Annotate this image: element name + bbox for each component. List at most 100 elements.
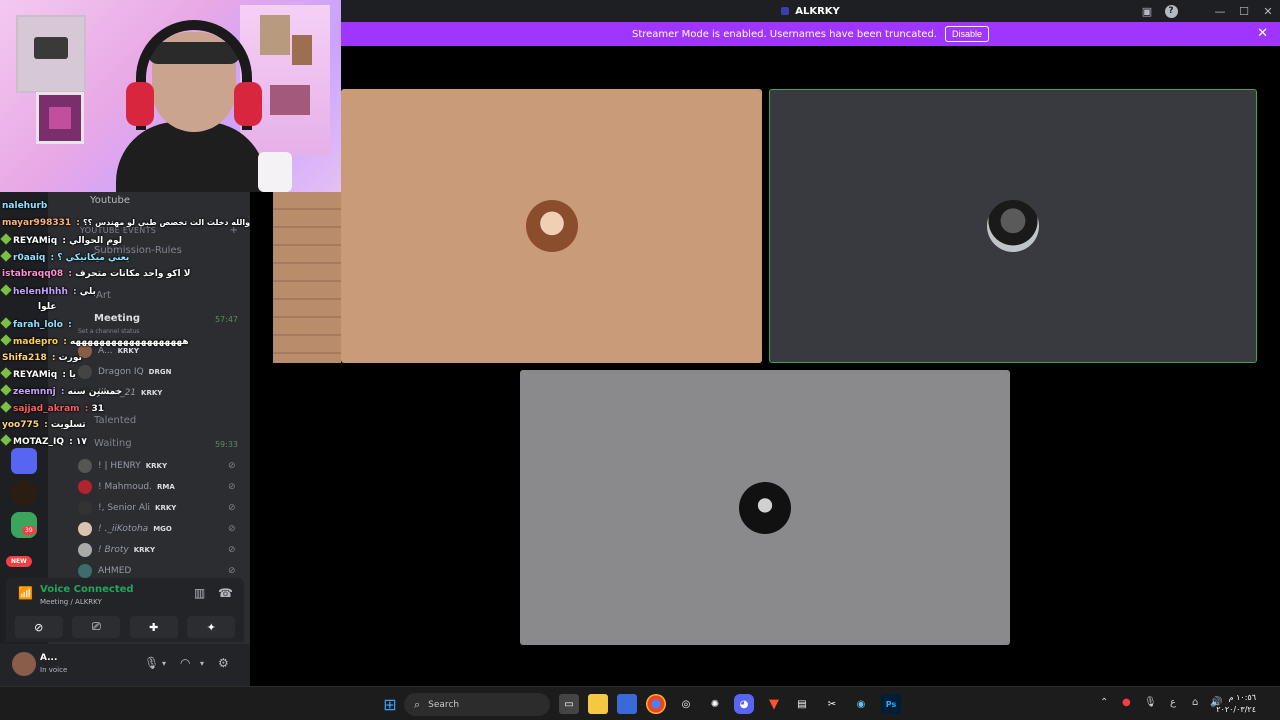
new-badge: NEW [6, 556, 32, 567]
windows-start-icon[interactable]: ⊞ [380, 694, 400, 714]
webcam-overlay [0, 0, 341, 192]
streamer [108, 12, 268, 192]
headphones-icon[interactable]: ◠ [180, 656, 190, 670]
voice-user[interactable]: ! | HENRY KRKY ⊘ [78, 457, 236, 475]
disconnect-icon[interactable]: ☎ [218, 586, 233, 600]
clock-date: ٢٠٢٠/٠٣/٢٤ [1216, 705, 1256, 714]
participant-avatar [987, 200, 1039, 252]
participant-avatar [739, 481, 791, 534]
minimize-button[interactable]: — [1208, 0, 1232, 22]
clock-time: ١٠:٥٦ م [1228, 693, 1256, 702]
clock[interactable]: ١٠:٥٦ م ٢٠٢٠/٠٣/٢٤ [1216, 692, 1256, 716]
voice-user[interactable]: ! Broty KRKY ⊘ [78, 541, 236, 559]
chat-line: sajjad_akram : 31 [0, 401, 104, 414]
chrome-icon[interactable] [646, 694, 666, 714]
inbox-icon[interactable]: ▣ [1138, 2, 1156, 20]
screen: ALKRKY ▣ ? — ☐ ✕ Streamer Mode is enable… [0, 0, 1280, 720]
chat-line: nalehurb [2, 201, 48, 211]
username[interactable]: A... [40, 653, 57, 663]
stream-chat-overlay: nalehurb mayar998331 : سلار والله دخلت ا… [0, 192, 250, 452]
server-icon [781, 6, 790, 15]
help-icon[interactable]: ? [1162, 2, 1180, 20]
chat-line: yoo775 : تسلويت [2, 420, 86, 430]
photoshop-icon[interactable]: Ps [881, 694, 901, 714]
participant-avatar [525, 200, 578, 252]
muted-icon: ⊘ [228, 461, 236, 471]
capcut-icon[interactable]: ✂ [822, 694, 842, 714]
chat-line: mayar998331 : سلار والله دخلت الت تخصص ط… [2, 218, 250, 228]
banner-message: Streamer Mode is enabled. Usernames have… [631, 28, 937, 40]
server-icon[interactable] [11, 480, 37, 506]
network-icon[interactable]: ⌂ [1192, 697, 1198, 708]
chat-line: madepro : هههههههههههههههههههه [0, 334, 189, 347]
voice-user[interactable]: ! ._iiKotoha MGO ⊘ [78, 520, 236, 538]
avatar [78, 459, 92, 473]
user-status: In voice [40, 666, 68, 674]
chat-line: zeemnnj : خمسين سنه [0, 384, 122, 397]
user-tag: KRKY [145, 462, 168, 470]
muted-icon: ⊘ [228, 545, 236, 555]
tray-microphone-icon[interactable]: 🎙 [1144, 697, 1157, 708]
avatar [78, 501, 92, 515]
chat-line: helenHhhh : بلي [0, 284, 96, 297]
video-tile-2-speaking[interactable] [769, 89, 1257, 363]
user-tag: KRKY [155, 504, 177, 512]
voice-user[interactable]: !, Senior Ali KRKY ⊘ [78, 499, 236, 517]
close-icon[interactable]: ✕ [1257, 26, 1268, 41]
tray-app-icon[interactable]: ● [1122, 697, 1131, 708]
soundboard-button[interactable]: ✦ [187, 616, 236, 638]
chat-line: MOTAZ_IQ : ١٧ [0, 434, 87, 447]
user-tag: KRKY [133, 546, 156, 554]
app-icon[interactable]: ▤ [792, 694, 812, 714]
discord-icon[interactable]: ◕ [734, 694, 754, 714]
task-view-icon[interactable]: ▭ [559, 694, 579, 714]
store-icon[interactable] [617, 694, 637, 714]
chat-line: r0aaiq : يعني ميكانيكي ؟ [0, 250, 129, 263]
chevron-down-icon[interactable]: ▾ [200, 659, 204, 668]
voice-actions: ⊘ ⎚ ✚ ✦ [6, 612, 244, 642]
voice-location[interactable]: Meeting / ALKRKY [40, 598, 102, 606]
voice-user[interactable]: ! Mahmoud. RMA ⊘ [78, 478, 236, 496]
user-tag: MGO [153, 525, 172, 533]
obs-icon[interactable]: ◎ [676, 694, 696, 714]
chat-line: istabraqq08 : لا اكو واحد مكانات متحرف [2, 269, 191, 279]
activities-button[interactable]: ✚ [129, 616, 178, 638]
muted-icon: ⊘ [228, 503, 236, 513]
microphone-icon[interactable]: 🎙 [144, 656, 159, 670]
taskbar-search[interactable]: ⌕ Search [404, 693, 550, 716]
settings-gear-icon[interactable]: ⚙ [218, 656, 229, 670]
muted-icon: ⊘ [228, 524, 236, 534]
brave-icon[interactable]: ▼ [764, 694, 784, 714]
file-explorer-icon[interactable] [588, 694, 608, 714]
windows-taskbar: ⊞ ⌕ Search ▭ ◎ ✺ ◕ ▼ ▤ ✂ ◉ Ps ⌃ ● 🎙 ع ⌂ 🔊… [0, 686, 1280, 720]
chat-line: REYAMiq : يا [0, 367, 76, 380]
steam-icon[interactable]: ◉ [851, 694, 871, 714]
language-indicator[interactable]: ع [1170, 697, 1176, 708]
avatar [78, 480, 92, 494]
video-tile-3[interactable] [520, 370, 1010, 645]
disable-button[interactable]: Disable [944, 26, 989, 42]
chat-line: علوا [38, 302, 57, 312]
share-screen-button[interactable]: ⎚ [72, 616, 121, 638]
muted-icon: ⊘ [228, 566, 236, 576]
user-panel: A... In voice 🎙 ▾ ◠ ▾ ⚙ [0, 644, 250, 686]
chat-line: Shifa218 : تورت [2, 353, 82, 363]
close-window-button[interactable]: ✕ [1256, 0, 1280, 22]
muted-icon: ⊘ [228, 482, 236, 492]
discord-sidebar: 39 NEW Youtube YOUTUBE EVENTS + Submissi… [0, 192, 250, 686]
avatar [78, 522, 92, 536]
chat-line: farah_lolo : [0, 317, 72, 330]
cup [258, 152, 292, 192]
avatar[interactable] [12, 652, 36, 676]
voice-status[interactable]: Voice Connected [40, 584, 134, 595]
tray-chevron-icon[interactable]: ⌃ [1100, 697, 1108, 708]
steelseries-icon[interactable]: ✺ [705, 694, 725, 714]
user-tag: RMA [157, 483, 175, 491]
maximize-button[interactable]: ☐ [1232, 0, 1256, 22]
notification-badge: 39 [22, 526, 36, 535]
signal-icon[interactable]: 📶 [18, 586, 33, 600]
chevron-down-icon[interactable]: ▾ [162, 659, 166, 668]
video-tile-1[interactable] [341, 89, 762, 363]
video-off-button[interactable]: ⊘ [14, 616, 63, 638]
noise-suppression-icon[interactable]: ▥ [194, 586, 205, 600]
